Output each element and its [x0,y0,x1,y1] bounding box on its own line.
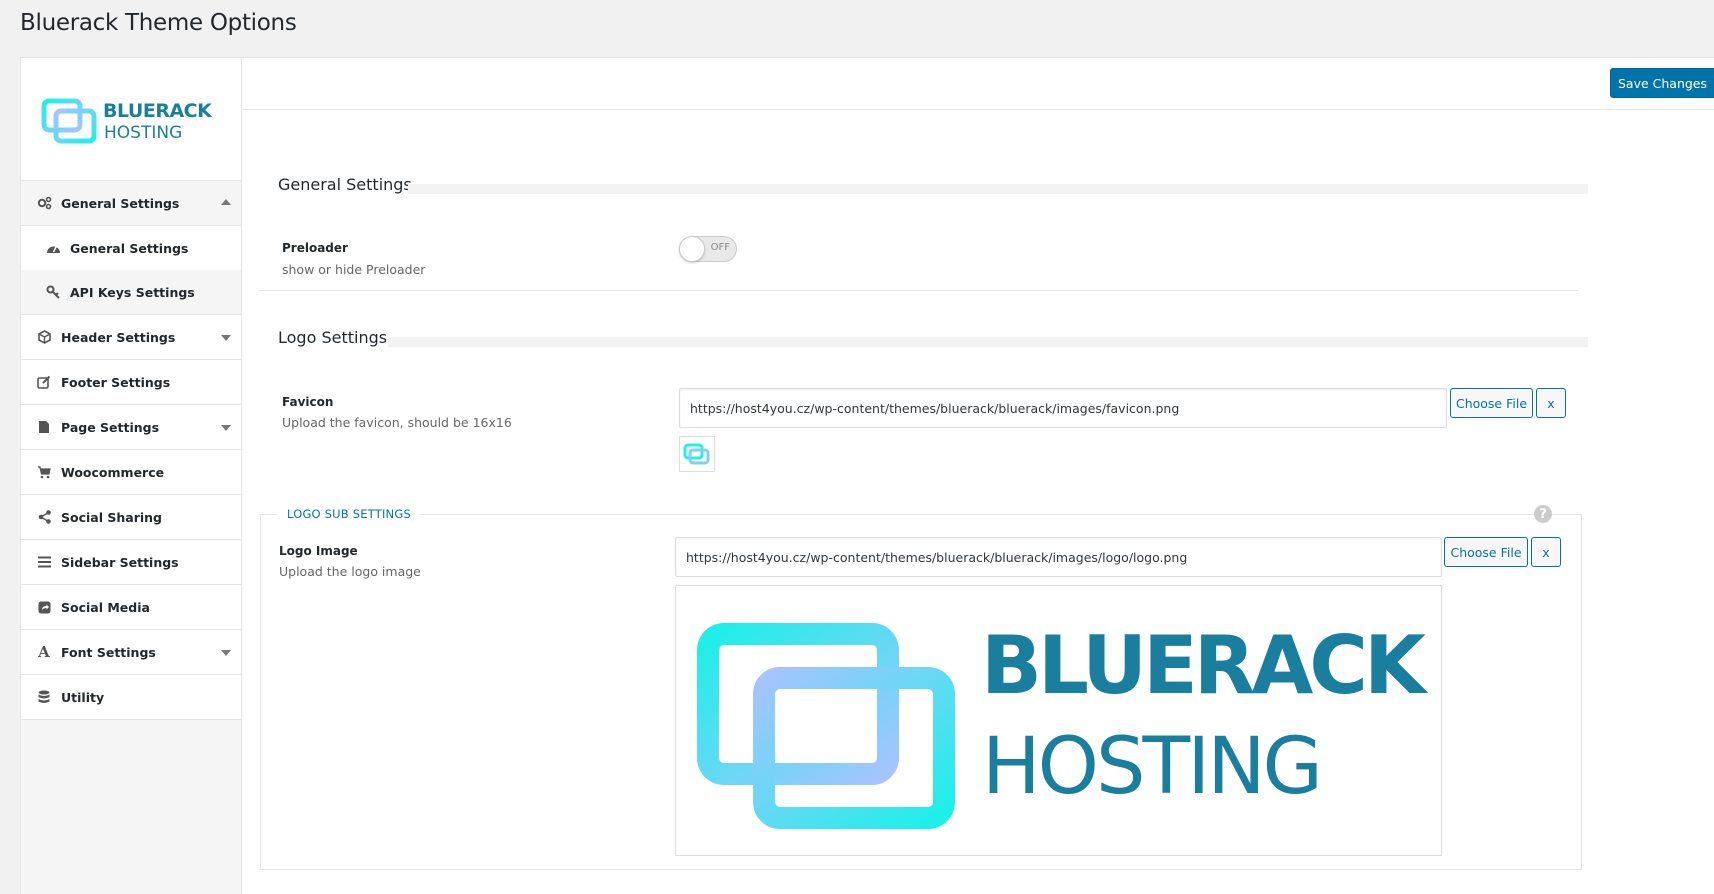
sidebar-subitem-general-settings[interactable]: General Settings [21,226,241,270]
logo-image-label: Logo Image [279,544,358,558]
chevron-up-icon [221,199,231,205]
logo-preview-line1: BLUERACK [981,619,1426,712]
favicon-image [683,443,710,465]
logo-line2: HOSTING [104,123,183,143]
dashboard-icon [45,240,61,256]
favicon-url-input[interactable]: https://host4you.cz/wp-content/themes/bl… [679,388,1447,428]
share-icon [36,509,52,525]
preloader-desc: show or hide Preloader [282,262,426,277]
sidebar-item-utility[interactable]: Utility [21,675,241,720]
sidebar-item-label: Utility [61,689,105,705]
section-divider [408,184,1588,194]
logo-image-url-input[interactable]: https://host4you.cz/wp-content/themes/bl… [675,537,1442,577]
toggle-knob [679,236,705,262]
sidebar-item-label: Sidebar Settings [61,554,179,570]
sidebar-subitem-label: API Keys Settings [70,284,195,300]
sidebar-item-sidebar-settings[interactable]: Sidebar Settings [21,540,241,585]
section-title-general: General Settings [278,175,412,194]
sidebar-logo: BLUERACK HOSTING [21,58,241,181]
cart-icon [36,464,52,480]
chevron-down-icon [221,650,231,656]
logo-image-desc: Upload the logo image [279,564,421,579]
help-icon[interactable]: ? [1534,505,1552,523]
favicon-choose-file-button[interactable]: Choose File [1450,388,1533,418]
sidebar-item-label: Page Settings [61,419,160,435]
logo-choose-file-button[interactable]: Choose File [1444,537,1528,567]
options-panel: BLUERACK HOSTING General Settings Genera… [20,57,1714,894]
chevron-down-icon [221,425,231,431]
favicon-label: Favicon [282,395,334,409]
favicon-desc: Upload the favicon, should be 16x16 [282,415,512,430]
database-icon [36,689,52,705]
chevron-down-icon [221,335,231,341]
sidebar-item-page-settings[interactable]: Page Settings [21,405,241,450]
field-divider [258,290,1578,291]
logo-preview-line2: HOSTING [982,722,1323,812]
font-icon: A [38,643,50,661]
sidebar-item-label: Social Media [61,599,150,615]
sidebar-item-label: Font Settings [61,644,156,660]
key-icon [45,284,61,300]
sidebar-item-general-settings[interactable]: General Settings [21,181,241,226]
favicon-remove-button[interactable]: x [1536,388,1566,418]
preloader-label: Preloader [282,241,348,255]
favicon-preview [679,436,715,472]
file-icon [36,419,52,435]
sidebar-item-social-sharing[interactable]: Social Sharing [21,495,241,540]
options-sidebar: BLUERACK HOSTING General Settings Genera… [21,58,242,894]
options-topbar: Save Changes [242,58,1714,110]
sidebar-item-label: Footer Settings [61,374,171,390]
sidebar-item-woocommerce[interactable]: Woocommerce [21,450,241,495]
sidebar-item-social-media[interactable]: Social Media [21,585,241,630]
sidebar-item-footer-settings[interactable]: Footer Settings [21,360,241,405]
sidebar-item-label: Woocommerce [61,464,165,480]
options-main: Save Changes General Settings Preloader … [242,58,1714,894]
list-icon [36,554,52,570]
logo-preview-mark [697,623,955,829]
save-changes-button[interactable]: Save Changes [1610,68,1714,98]
cube-icon [36,329,52,345]
sidebar-submenu: General Settings API Keys Settings [21,226,241,315]
sidebar-subitem-label: General Settings [70,240,189,256]
sidebar-item-label: General Settings [61,195,180,211]
section-divider [388,337,1588,347]
section-title-logo: Logo Settings [278,328,388,347]
toggle-state-label: OFF [710,242,730,253]
sidebar-item-label: Header Settings [61,329,176,345]
page-title: Bluerack Theme Options [20,10,297,36]
edit-icon [36,374,52,390]
share-square-icon [36,599,52,615]
logo-line1: BLUERACK [103,100,212,122]
sidebar-subitem-api-keys[interactable]: API Keys Settings [21,270,241,314]
sidebar-item-font-settings[interactable]: A Font Settings [21,630,241,675]
logo-image-preview: BLUERACK HOSTING [675,585,1442,856]
logo-remove-button[interactable]: x [1531,537,1561,567]
sidebar-item-header-settings[interactable]: Header Settings [21,315,241,360]
gears-icon [36,195,52,211]
logo-sub-settings-legend: LOGO SUB SETTINGS [277,507,421,521]
sidebar-item-label: Social Sharing [61,509,162,525]
preloader-toggle[interactable]: OFF [679,236,737,262]
